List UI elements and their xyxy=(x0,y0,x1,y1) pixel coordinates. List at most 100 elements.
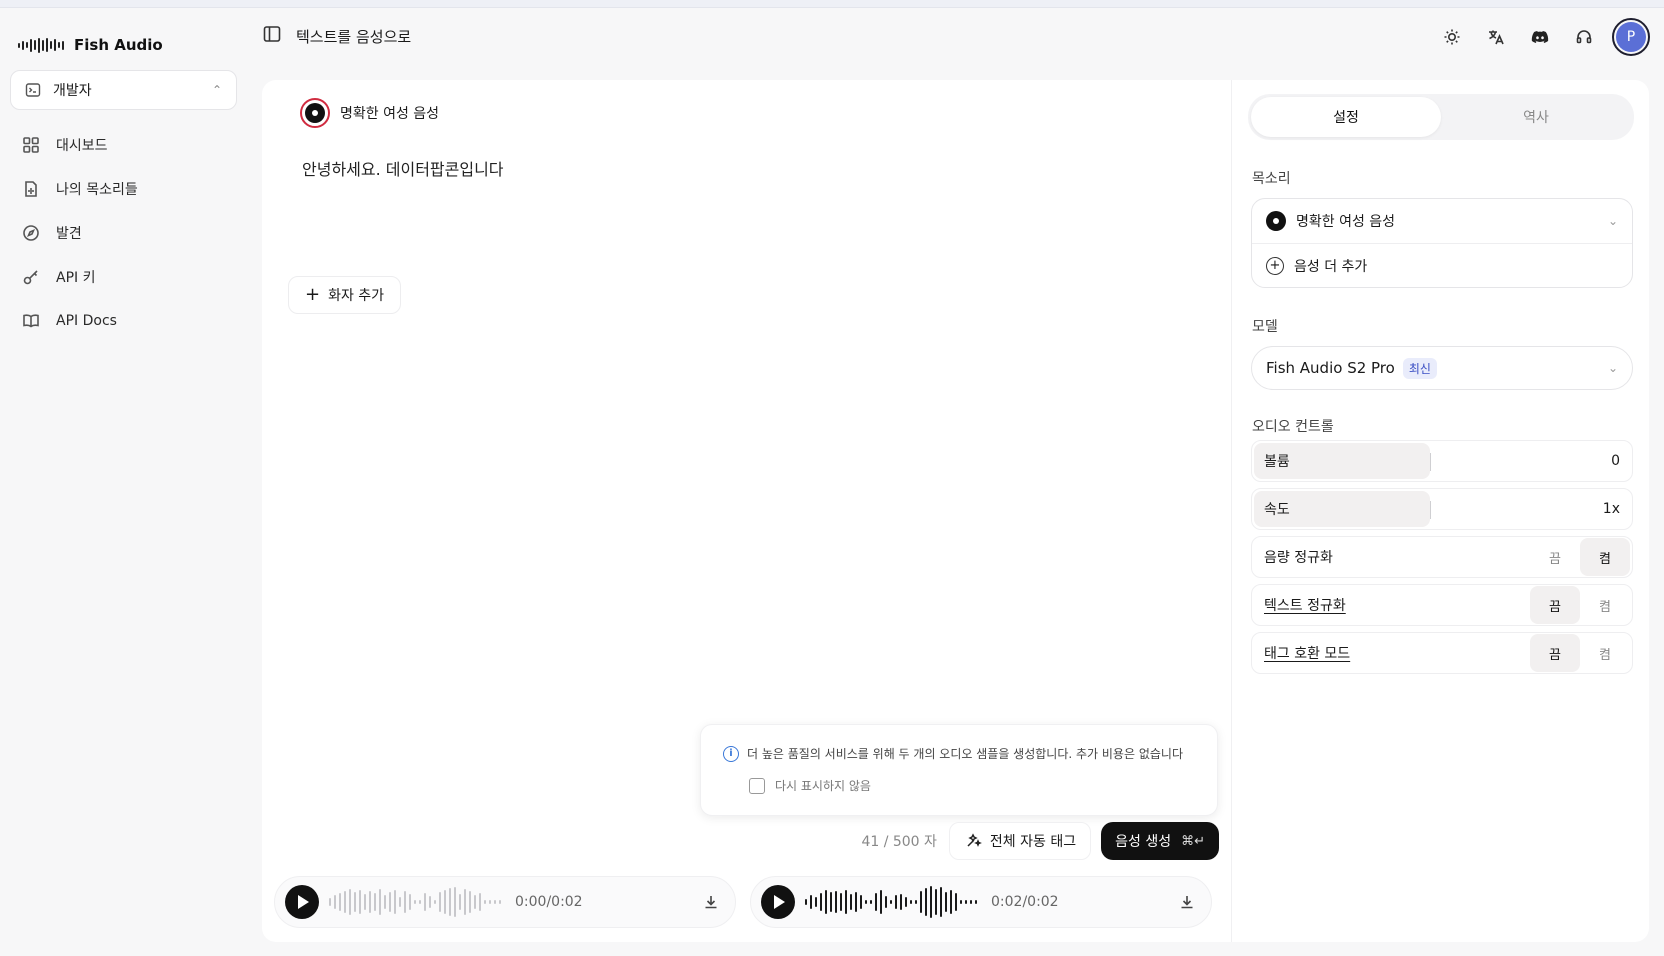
info-icon: i xyxy=(723,745,739,762)
download-button[interactable] xyxy=(1173,888,1201,916)
discord-button[interactable] xyxy=(1524,21,1556,53)
book-icon xyxy=(23,314,39,328)
speaker-selector[interactable]: 명확한 여성 음성 xyxy=(300,98,439,128)
toggle-on[interactable]: 켬 xyxy=(1580,538,1630,576)
add-speaker-label: 화자 추가 xyxy=(328,288,385,304)
audio-player-1: 0:00/0:02 xyxy=(274,876,736,928)
toggle-on[interactable]: 켬 xyxy=(1580,634,1630,672)
settings-tabs: 설정 역사 xyxy=(1248,94,1634,140)
dont-show-again[interactable]: 다시 표시하지 않음 xyxy=(749,777,871,794)
voice-selected: 명확한 여성 음성 xyxy=(1296,214,1396,230)
model-select[interactable]: Fish Audio S2 Pro 최신 ⌄ xyxy=(1251,346,1633,390)
fish-audio-logo-icon xyxy=(18,35,64,55)
plus-icon: + xyxy=(305,284,321,305)
loudness-norm-label: 음량 정규화 xyxy=(1264,550,1333,566)
download-icon xyxy=(705,896,717,909)
notice-text: 더 높은 품질의 서비스를 위해 두 개의 오디오 샘플을 생성합니다. 추가 … xyxy=(747,747,1183,761)
language-button[interactable] xyxy=(1480,21,1512,53)
play-button[interactable] xyxy=(761,885,795,919)
model-section-label: 모델 xyxy=(1252,319,1278,335)
generate-button[interactable]: 음성 생성 ⌘↵ xyxy=(1101,822,1219,860)
sidebar-nav: 대시보드 나의 목소리들 발견 API 키 API Docs xyxy=(10,123,237,343)
compass-icon xyxy=(23,225,39,241)
audio-control-label: 오디오 컨트롤 xyxy=(1252,419,1334,435)
voice-avatar-icon xyxy=(1266,211,1286,231)
sidebar-item-label: API 키 xyxy=(56,270,96,286)
sidebar-item-label: API Docs xyxy=(56,313,117,329)
download-button[interactable] xyxy=(697,888,725,916)
sidebar-toggle-button[interactable] xyxy=(262,24,282,48)
segmented-toggle: 끔 켬 xyxy=(1530,538,1630,576)
waveform[interactable] xyxy=(805,884,977,920)
headset-icon xyxy=(1576,30,1592,44)
sidebar-item-label: 발견 xyxy=(56,226,82,242)
org-selector[interactable]: 개발자 ⌃ xyxy=(10,70,237,110)
loudness-normalization-toggle: 음량 정규화 끔 켬 xyxy=(1251,536,1633,578)
sidebar-item-discover[interactable]: 발견 xyxy=(10,211,237,255)
theme-toggle-button[interactable] xyxy=(1436,21,1468,53)
add-voice-button[interactable]: + 음성 더 추가 xyxy=(1252,243,1632,287)
voice-select[interactable]: 명확한 여성 음성 ⌄ xyxy=(1252,199,1632,243)
toggle-off[interactable]: 끔 xyxy=(1530,634,1580,672)
player-time: 0:00/0:02 xyxy=(515,894,583,910)
generate-bar: 41 / 500 자 전체 자동 태그 음성 생성 ⌘↵ xyxy=(861,822,1219,860)
download-icon xyxy=(1181,896,1193,909)
player-time: 0:02/0:02 xyxy=(991,894,1059,910)
play-icon xyxy=(774,895,785,909)
sidebar-item-api-keys[interactable]: API 키 xyxy=(10,255,237,299)
sidebar-item-api-docs[interactable]: API Docs xyxy=(10,299,237,343)
discord-icon xyxy=(1531,31,1549,43)
sidebar-item-label: 대시보드 xyxy=(56,138,108,154)
generate-label: 음성 생성 xyxy=(1115,834,1172,850)
translate-icon xyxy=(1489,30,1504,45)
dont-show-checkbox[interactable] xyxy=(749,777,765,794)
sidebar-item-my-voices[interactable]: 나의 목소리들 xyxy=(10,167,237,211)
toggle-on[interactable]: 켬 xyxy=(1580,586,1630,624)
support-button[interactable] xyxy=(1568,21,1600,53)
segmented-toggle: 끔 켬 xyxy=(1530,586,1630,624)
text-norm-label[interactable]: 텍스트 정규화 xyxy=(1264,595,1346,615)
speed-label: 속도 xyxy=(1264,502,1290,518)
editor-panel: 명확한 여성 음성 안녕하세요. 데이터팝콘입니다 + 화자 추가 i 더 높은… xyxy=(262,80,1231,942)
play-button[interactable] xyxy=(285,885,319,919)
page-header: 텍스트를 음성으로 xyxy=(262,20,411,52)
char-count: 41 / 500 자 xyxy=(861,834,937,850)
audio-player-2: 0:02/0:02 xyxy=(750,876,1212,928)
sidebar-toggle-icon xyxy=(263,26,281,42)
model-badge: 최신 xyxy=(1402,357,1437,379)
settings-panel: 설정 역사 목소리 명확한 여성 음성 ⌄ + 음성 더 추가 모델 Fish … xyxy=(1231,80,1649,942)
tag-compat-toggle: 태그 호환 모드 끔 켬 xyxy=(1251,632,1633,674)
sparkle-icon xyxy=(967,833,982,847)
speed-slider[interactable]: 속도 1x xyxy=(1251,488,1633,530)
play-icon xyxy=(298,895,309,909)
volume-value: 0 xyxy=(1611,453,1620,469)
voice-section-label: 목소리 xyxy=(1252,171,1291,187)
page-title: 텍스트를 음성으로 xyxy=(296,27,412,46)
toggle-off[interactable]: 끔 xyxy=(1530,538,1580,576)
speaker-name: 명확한 여성 음성 xyxy=(340,106,440,122)
tab-settings[interactable]: 설정 xyxy=(1251,97,1441,137)
generate-shortcut: ⌘↵ xyxy=(1181,833,1205,849)
tts-text-input[interactable]: 안녕하세요. 데이터팝콘입니다 xyxy=(302,156,504,180)
grid-icon xyxy=(23,137,39,153)
toggle-off[interactable]: 끔 xyxy=(1530,586,1580,624)
model-selected: Fish Audio S2 Pro xyxy=(1266,359,1395,377)
brand[interactable]: Fish Audio xyxy=(18,35,163,55)
volume-slider[interactable]: 볼륨 0 xyxy=(1251,440,1633,482)
tag-compat-label[interactable]: 태그 호환 모드 xyxy=(1264,643,1350,663)
window-top-strip xyxy=(0,0,1664,8)
auto-tag-button[interactable]: 전체 자동 태그 xyxy=(948,822,1092,860)
add-speaker-button[interactable]: + 화자 추가 xyxy=(288,276,402,314)
org-selector-label: 개발자 xyxy=(53,83,92,99)
tab-history[interactable]: 역사 xyxy=(1441,97,1631,137)
chevron-down-icon: ⌄ xyxy=(1607,214,1618,228)
sidebar-item-dashboard[interactable]: 대시보드 xyxy=(10,123,237,167)
avatar[interactable]: P xyxy=(1612,18,1650,56)
terminal-icon xyxy=(25,83,41,97)
sidebar: Fish Audio 개발자 ⌃ 대시보드 나의 목소리들 발견 API 키 A… xyxy=(0,8,248,956)
dont-show-label: 다시 표시하지 않음 xyxy=(775,779,871,793)
waveform[interactable] xyxy=(329,884,501,920)
speed-value: 1x xyxy=(1602,501,1620,517)
brand-name: Fish Audio xyxy=(74,36,163,54)
top-actions: P xyxy=(1436,18,1650,56)
